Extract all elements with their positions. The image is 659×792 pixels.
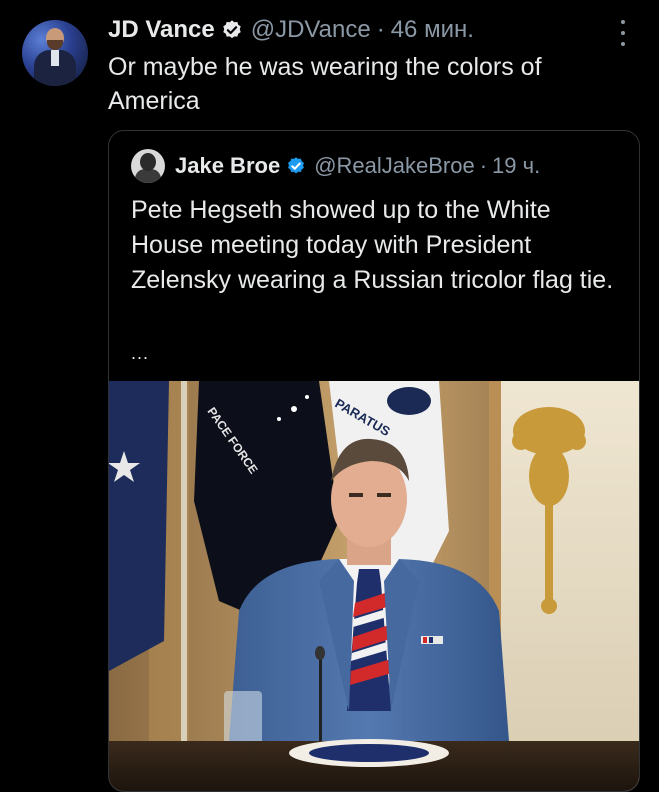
avatar-shirt xyxy=(51,50,59,66)
quoted-author-handle[interactable]: @RealJakeBroe xyxy=(314,153,475,179)
verified-badge-icon xyxy=(288,157,305,174)
tweet-time[interactable]: 46 мин. xyxy=(391,16,474,44)
quoted-tweet-card[interactable]: Jake Broe @RealJakeBroe · 19 ч. Pete Heg… xyxy=(108,130,640,792)
quoted-avatar-body xyxy=(135,169,161,183)
more-dot xyxy=(621,20,625,24)
more-dot xyxy=(621,31,625,35)
quoted-tweet-text: Pete Hegseth showed up to the White Hous… xyxy=(131,196,614,294)
quoted-author-name[interactable]: Jake Broe xyxy=(175,153,280,179)
tweet-text: Or maybe he was wearing the colors of Am… xyxy=(108,53,542,115)
quoted-tweet-photo[interactable]: PACE FORCE PARATUS xyxy=(109,381,639,791)
more-options-icon[interactable] xyxy=(618,20,628,46)
quoted-author-avatar[interactable] xyxy=(131,149,165,183)
verified-badge-icon xyxy=(223,20,241,39)
author-avatar[interactable] xyxy=(22,20,88,86)
author-name[interactable]: JD Vance xyxy=(108,16,215,44)
tweet-header: JD Vance @JDVance · 46 мин. xyxy=(108,14,474,46)
photo-scene: PACE FORCE PARATUS xyxy=(109,381,639,791)
quoted-avatar-head xyxy=(140,153,156,171)
separator-dot: · xyxy=(479,153,488,178)
separator-dot: · xyxy=(376,16,385,43)
author-handle[interactable]: @JDVance xyxy=(251,16,371,44)
quoted-tweet-header: Jake Broe @RealJakeBroe · 19 ч. xyxy=(175,151,540,181)
more-dot xyxy=(621,42,625,46)
avatar-beard xyxy=(47,40,63,50)
quoted-tweet-time[interactable]: 19 ч. xyxy=(492,153,540,179)
quoted-tweet-ellipsis: ... xyxy=(131,343,150,363)
